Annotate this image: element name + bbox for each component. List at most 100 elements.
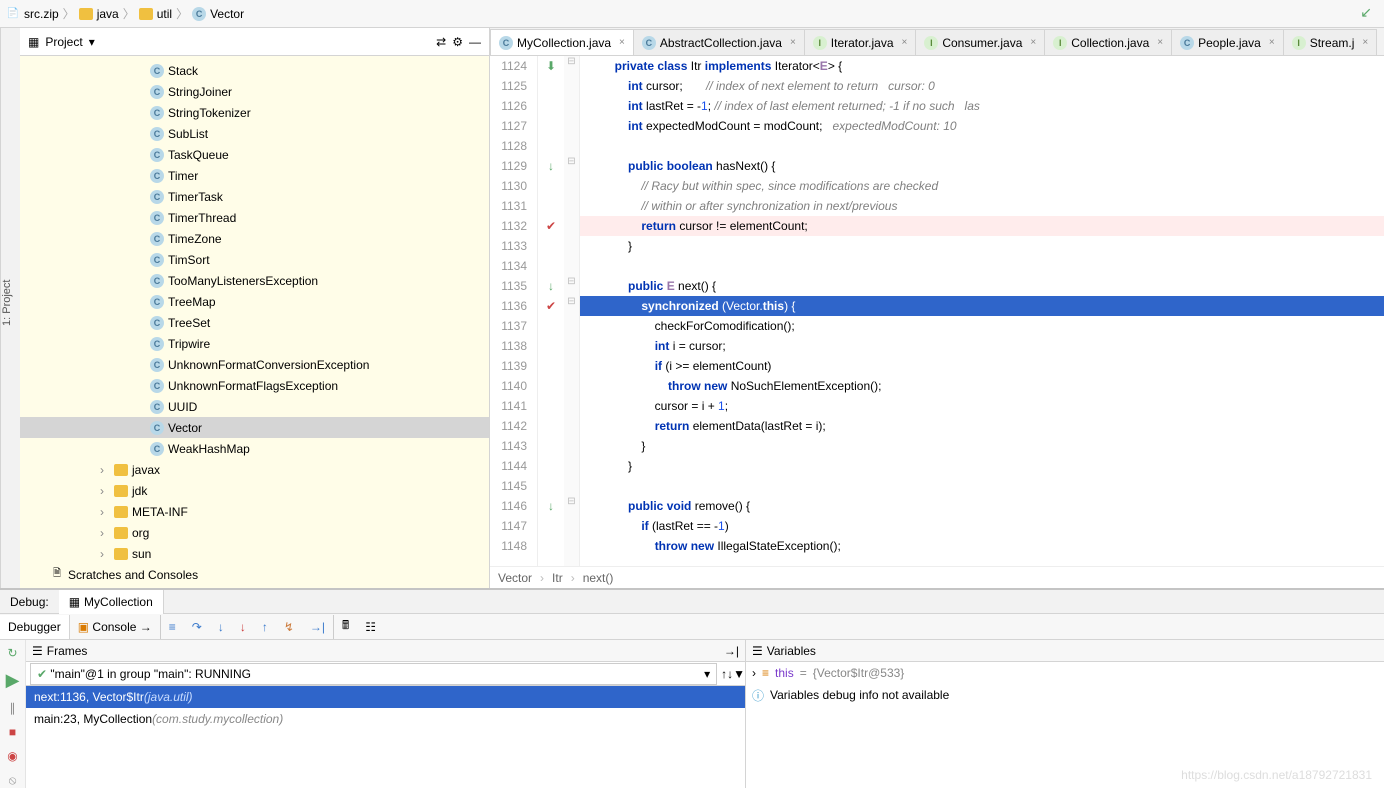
close-tab-icon[interactable]: × [1362, 37, 1368, 48]
tree-item[interactable]: ›javax [20, 459, 489, 480]
folder-icon [79, 8, 93, 20]
restore-layout-icon[interactable]: →| [724, 644, 739, 658]
close-tab-icon[interactable]: × [1030, 37, 1036, 48]
crumb-class[interactable]: Vector [498, 571, 532, 585]
class-icon: C [150, 148, 164, 162]
tree-item[interactable]: CStringJoiner [20, 81, 489, 102]
file-type-icon: I [1292, 36, 1306, 50]
editor-tab[interactable]: ICollection.java× [1044, 29, 1172, 55]
editor-tabs[interactable]: CMyCollection.java×CAbstractCollection.j… [490, 28, 1384, 56]
project-tree[interactable]: CStackCStringJoinerCStringTokenizerCSubL… [20, 56, 489, 588]
tree-item[interactable]: CVector [20, 417, 489, 438]
resume-icon[interactable]: ▶ [6, 670, 20, 691]
tree-item[interactable]: CTimerThread [20, 207, 489, 228]
dropdown-icon[interactable]: ▾ [89, 35, 95, 49]
show-exec-icon[interactable]: ≡ [161, 615, 184, 639]
expand-icon[interactable]: › [752, 666, 756, 680]
project-toolwindow-tab[interactable]: 1: Project [0, 28, 20, 588]
drop-frame-icon[interactable]: ↯ [276, 615, 302, 639]
close-tab-icon[interactable]: × [1157, 37, 1163, 48]
scratches-icon: 🗎 [50, 568, 64, 582]
class-icon: C [150, 442, 164, 456]
tree-item[interactable]: ›org [20, 522, 489, 543]
breadcrumb[interactable]: 📄 src.zip 〉 java 〉 util 〉 C Vector [6, 5, 244, 22]
tree-item[interactable]: ›META-INF [20, 501, 489, 522]
frames-list[interactable]: next:1136, Vector$Itr (java.util)main:23… [26, 686, 745, 730]
tree-item[interactable]: CTimSort [20, 249, 489, 270]
close-tab-icon[interactable]: × [790, 37, 796, 48]
tree-item[interactable]: CTimer [20, 165, 489, 186]
tree-item[interactable]: ›jdk [20, 480, 489, 501]
folder-icon [114, 506, 128, 518]
variables-pane: ☰ Variables › ≡ this = {Vector$Itr@533} … [746, 640, 1384, 788]
filter-icon[interactable]: ▼ [733, 667, 745, 681]
stack-frame[interactable]: main:23, MyCollection (com.study.mycolle… [26, 708, 745, 730]
variable-info: ⓘ Variables debug info not available [746, 684, 1384, 706]
class-icon: C [150, 232, 164, 246]
tree-item[interactable]: CTripwire [20, 333, 489, 354]
editor-tab[interactable]: CMyCollection.java× [490, 29, 634, 55]
rerun-icon[interactable]: ↻ [7, 646, 17, 660]
editor-breadcrumbs[interactable]: Vector› Itr› next() [490, 566, 1384, 588]
stack-frame[interactable]: next:1136, Vector$Itr (java.util) [26, 686, 745, 708]
run-to-cursor-icon[interactable]: →| [302, 615, 333, 639]
debugger-tab[interactable]: Debugger [0, 615, 70, 639]
step-out-icon[interactable]: ↑ [254, 615, 276, 639]
code-editor[interactable]: private class Itr implements Iterator<E>… [580, 56, 1384, 566]
crumb-util[interactable]: util [157, 7, 172, 21]
tree-item[interactable]: CWeakHashMap [20, 438, 489, 459]
crumb-java[interactable]: java [97, 7, 119, 21]
force-step-into-icon[interactable]: ↓ [232, 615, 254, 639]
annotation-gutter[interactable]: ⬇↓✔↓✔↓ [538, 56, 564, 566]
debug-panel: Debug: ▦ MyCollection Debugger ▣ Console… [0, 588, 1384, 788]
tree-item[interactable]: CTreeSet [20, 312, 489, 333]
editor-tab[interactable]: IIterator.java× [804, 29, 917, 55]
run-config-tab[interactable]: ▦ MyCollection [59, 590, 164, 614]
debug-label: Debug: [0, 590, 59, 614]
class-icon: C [150, 106, 164, 120]
select-opened-icon[interactable]: ⇄ [436, 35, 446, 49]
tree-item[interactable]: CUUID [20, 396, 489, 417]
close-tab-icon[interactable]: × [619, 37, 625, 48]
editor-tab[interactable]: IStream.j× [1283, 29, 1378, 55]
console-tab[interactable]: ▣ Console → [70, 615, 160, 639]
stop-icon[interactable]: ■ [9, 725, 16, 739]
crumb-src[interactable]: src.zip [24, 7, 59, 21]
crumb-inner[interactable]: Itr [552, 571, 563, 585]
thread-selector[interactable]: ✔ "main"@1 in group "main": RUNNING▾ [30, 663, 717, 685]
fold-gutter[interactable]: ⊟⊟⊟⊟⊟ [564, 56, 580, 566]
settings-icon[interactable]: ⚙ [452, 35, 463, 49]
file-type-icon: C [642, 36, 656, 50]
editor-tab[interactable]: IConsumer.java× [915, 29, 1045, 55]
collapse-icon[interactable]: — [469, 35, 481, 49]
tree-item[interactable]: CTaskQueue [20, 144, 489, 165]
step-into-icon[interactable]: ↓ [210, 615, 232, 639]
trace-icon[interactable]: ☷ [357, 615, 384, 639]
editor-tab[interactable]: CAbstractCollection.java× [633, 29, 805, 55]
close-tab-icon[interactable]: × [902, 37, 908, 48]
watermark: https://blog.csdn.net/a18792721831 [1181, 768, 1372, 782]
tree-item[interactable]: CUnknownFormatFlagsException [20, 375, 489, 396]
tree-item[interactable]: CTimerTask [20, 186, 489, 207]
close-tab-icon[interactable]: × [1269, 37, 1275, 48]
class-icon: C [150, 400, 164, 414]
tree-item[interactable]: CTimeZone [20, 228, 489, 249]
tree-item[interactable]: CSubList [20, 123, 489, 144]
evaluate-icon[interactable]: 🖩 [334, 615, 357, 639]
step-over-icon[interactable]: ↷ [184, 615, 210, 639]
tree-item[interactable]: CStack [20, 60, 489, 81]
crumb-vector[interactable]: Vector [210, 7, 244, 21]
project-header-label[interactable]: Project [45, 35, 82, 49]
view-breakpoints-icon[interactable]: ◉ [7, 749, 17, 763]
pause-icon[interactable]: ∥ [10, 701, 16, 715]
variable-row[interactable]: › ≡ this = {Vector$Itr@533} [746, 662, 1384, 684]
tree-item[interactable]: CTreeMap [20, 291, 489, 312]
tree-item[interactable]: 🗎Scratches and Consoles [20, 564, 489, 585]
tree-item[interactable]: CStringTokenizer [20, 102, 489, 123]
mute-breakpoints-icon[interactable]: ⦸ [9, 773, 17, 788]
tree-item[interactable]: ›sun [20, 543, 489, 564]
tree-item[interactable]: CUnknownFormatConversionException [20, 354, 489, 375]
editor-tab[interactable]: CPeople.java× [1171, 29, 1284, 55]
tree-item[interactable]: CTooManyListenersException [20, 270, 489, 291]
crumb-method[interactable]: next() [583, 571, 614, 585]
